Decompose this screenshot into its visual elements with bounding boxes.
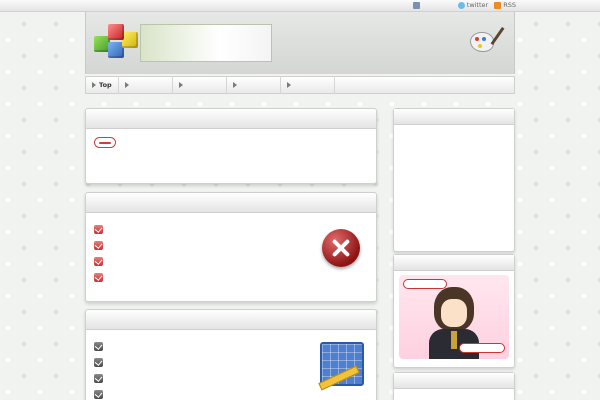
nav-item-label: Top (99, 81, 112, 89)
nav-item-label (240, 82, 274, 88)
red-cube-icon (108, 24, 124, 40)
red-check-icon (94, 224, 103, 234)
rss-link[interactable]: RSS (494, 1, 516, 9)
panel-title (86, 109, 376, 129)
nav-item-top[interactable]: Top (86, 76, 119, 94)
header-tagline (140, 24, 272, 62)
panel-body (86, 213, 376, 293)
rss-icon (494, 1, 502, 9)
rss-link-label: RSS (503, 1, 516, 9)
nav-item-5[interactable] (281, 76, 335, 94)
red-check-icon (94, 256, 103, 266)
top-links: twitter RSS (412, 1, 516, 9)
character-banner[interactable] (399, 275, 509, 359)
sidebar-box-title (394, 109, 514, 125)
red-check-icon (94, 240, 103, 250)
panel-title (86, 310, 376, 330)
nav-item-3[interactable] (173, 76, 227, 94)
arrow-right-icon (92, 82, 96, 88)
check-badge-icon (94, 137, 116, 148)
speech-bubble (403, 279, 447, 289)
twitter-link-label: twitter (466, 1, 489, 9)
sidebar-box-title (394, 255, 514, 271)
gray-check-icon (94, 373, 103, 383)
nav-item-label (294, 82, 328, 88)
yellow-cube-icon (122, 32, 138, 48)
red-check-icon (94, 272, 103, 282)
gray-check-icon (94, 341, 103, 351)
top-utility-bar: twitter RSS (0, 0, 600, 12)
cubes-logo-icon[interactable] (94, 20, 140, 64)
blueprint-ruler-icon (320, 342, 364, 386)
nav-item-label (186, 82, 220, 88)
arrow-right-icon (124, 82, 129, 88)
gray-check-icon (94, 389, 103, 399)
intro-panel (85, 108, 377, 184)
arrow-right-icon (232, 82, 237, 88)
nav-item-label (132, 82, 166, 88)
palette-icon (470, 32, 494, 52)
red-x-circle-icon (322, 229, 360, 267)
home-link-label (422, 2, 452, 8)
arrow-right-icon (178, 82, 183, 88)
sidebar-box (393, 372, 515, 400)
header-subtitle (422, 24, 476, 62)
panel-title (86, 193, 376, 213)
site-title[interactable] (280, 26, 422, 58)
gray-check-icon (94, 357, 103, 367)
site-header (85, 12, 515, 74)
home-icon (412, 1, 420, 9)
featured-link[interactable] (122, 139, 246, 146)
mistakes-panel (85, 192, 377, 302)
arrow-right-icon (286, 82, 291, 88)
twitter-icon (457, 1, 465, 9)
sidebar-box (393, 108, 515, 252)
main-nav: Top (85, 76, 515, 94)
list-item (94, 386, 368, 400)
speech-bubble (459, 343, 505, 353)
list-item (94, 269, 368, 285)
panel-body (86, 330, 376, 400)
character-face (441, 299, 467, 327)
sidebar-box-title (394, 373, 514, 389)
twitter-link[interactable]: twitter (457, 1, 489, 9)
nav-item-4[interactable] (227, 76, 281, 94)
nav-item-2[interactable] (119, 76, 173, 94)
lessons-panel (85, 309, 377, 400)
character-tie (451, 331, 457, 349)
profile-link[interactable] (400, 353, 508, 359)
sidebar-box-profile (393, 254, 515, 368)
home-link[interactable] (412, 1, 452, 9)
